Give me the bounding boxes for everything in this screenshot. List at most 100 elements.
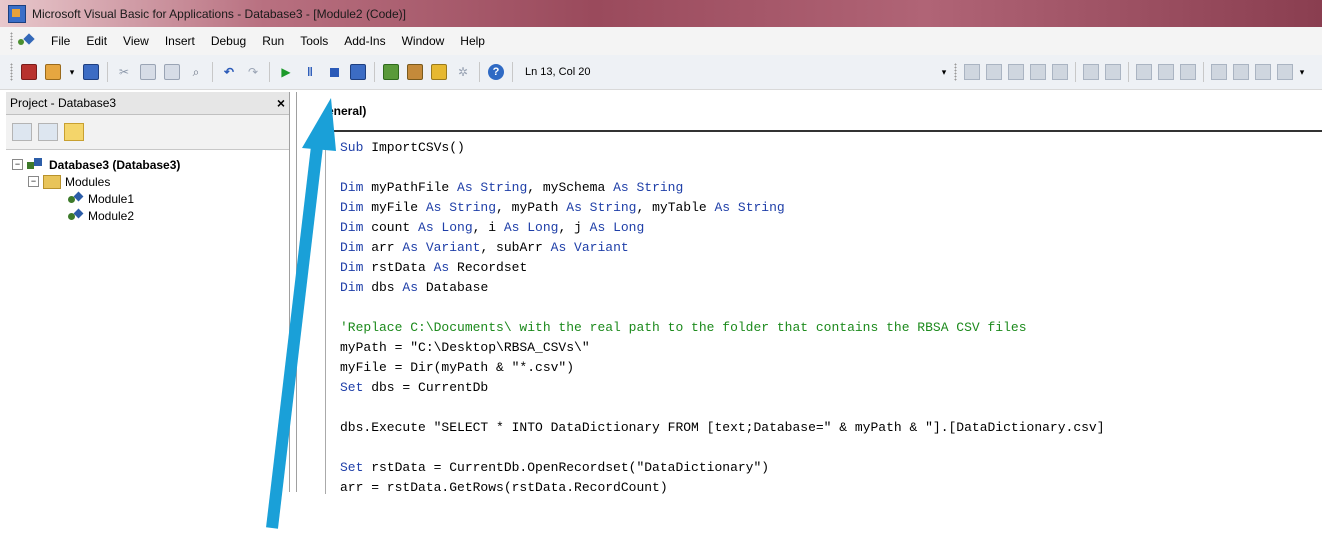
- toggle-folders-button[interactable]: [64, 123, 84, 141]
- toolbar-grip-handle[interactable]: [10, 63, 13, 81]
- edit-toolbar-overflow-icon[interactable]: ▾: [1298, 62, 1306, 82]
- code-keyword: As Long: [418, 220, 473, 235]
- outdent-icon[interactable]: [1105, 64, 1121, 80]
- code-line: dbs.Execute "SELECT * INTO DataDictionar…: [340, 418, 1105, 438]
- access-icon[interactable]: [19, 62, 39, 82]
- tree-item-modules-folder[interactable]: − Modules: [12, 173, 289, 190]
- run-icon[interactable]: ▶: [276, 62, 296, 82]
- list-constants-icon[interactable]: [986, 64, 1002, 80]
- toolbar-divider: [512, 62, 513, 82]
- tree-item-module2[interactable]: Module2: [12, 207, 289, 224]
- comment-block-icon[interactable]: [1158, 64, 1174, 80]
- previous-bookmark-icon[interactable]: [1255, 64, 1271, 80]
- design-mode-icon[interactable]: [348, 62, 368, 82]
- code-line: Dim rstData As Recordset: [340, 258, 1105, 278]
- next-bookmark-icon[interactable]: [1233, 64, 1249, 80]
- toolbar-divider: [1203, 62, 1204, 82]
- indent-icon[interactable]: [1083, 64, 1099, 80]
- view-object-button[interactable]: [38, 123, 58, 141]
- code-line: myPath = "C:\Desktop\RBSA_CSVs\": [340, 338, 1105, 358]
- code-line: Dim arr As Variant, subArr As Variant: [340, 238, 1105, 258]
- folder-icon: [43, 174, 61, 189]
- code-keyword: Dim: [340, 200, 364, 215]
- find-icon[interactable]: ⌕: [186, 62, 206, 82]
- tree-item-module1[interactable]: Module1: [12, 190, 289, 207]
- toolbox-icon[interactable]: ✲: [453, 62, 473, 82]
- code-text: , mySchema: [527, 180, 614, 195]
- menu-view[interactable]: View: [115, 34, 157, 48]
- reset-icon[interactable]: [324, 62, 344, 82]
- menu-window[interactable]: Window: [394, 34, 453, 48]
- code-keyword: Sub: [340, 140, 364, 155]
- view-code-button[interactable]: [12, 123, 32, 141]
- menu-help[interactable]: Help: [452, 34, 493, 48]
- copy-icon[interactable]: [138, 62, 158, 82]
- list-properties-icon[interactable]: [964, 64, 980, 80]
- collapse-icon[interactable]: −: [28, 176, 39, 187]
- menu-grip-handle[interactable]: [10, 32, 13, 50]
- code-text: Database: [418, 280, 489, 295]
- code-text: arr: [363, 240, 403, 255]
- close-icon[interactable]: ×: [277, 95, 285, 111]
- object-dropdown[interactable]: eneral): [325, 100, 1227, 122]
- toolbar-overflow-icon[interactable]: ▾: [940, 62, 948, 82]
- paste-icon[interactable]: [162, 62, 182, 82]
- menu-insert[interactable]: Insert: [157, 34, 203, 48]
- save-icon[interactable]: [81, 62, 101, 82]
- redo-icon[interactable]: ↷: [243, 62, 263, 82]
- code-keyword: As Long: [503, 220, 559, 235]
- vba-menu-icon[interactable]: [17, 33, 35, 49]
- code-line: Set dbs = CurrentDb: [340, 378, 1105, 398]
- insert-module-icon[interactable]: [43, 62, 63, 82]
- help-icon[interactable]: ?: [486, 62, 506, 82]
- parameter-info-icon[interactable]: [1030, 64, 1046, 80]
- module-icon: [68, 210, 84, 222]
- code-line: Dim myFile As String, myPath As String, …: [340, 198, 1105, 218]
- code-keyword: As String: [457, 180, 528, 195]
- undo-icon[interactable]: ↶: [219, 62, 239, 82]
- code-text: , subArr: [480, 240, 551, 255]
- tree-item-module2-label: Module2: [88, 208, 135, 223]
- toggle-breakpoint-icon[interactable]: [1136, 64, 1152, 80]
- toolbar-divider: [107, 62, 108, 82]
- menu-tools[interactable]: Tools: [292, 34, 336, 48]
- project-icon: [27, 157, 43, 172]
- code-keyword: Dim: [340, 240, 364, 255]
- code-keyword: Set: [340, 380, 364, 395]
- code-editor[interactable]: Sub ImportCSVs() Dim myPathFile As Strin…: [325, 130, 1322, 494]
- object-dropdown-value: eneral): [327, 104, 367, 118]
- code-line: myFile = Dir(myPath & "*.csv"): [340, 358, 1105, 378]
- properties-icon[interactable]: [405, 62, 425, 82]
- uncomment-block-icon[interactable]: [1180, 64, 1196, 80]
- standard-toolbar: ▾ ✂ ⌕ ↶ ↷ ▶ ‖ ✲ ? Ln 13, Col 20 ▾ ▾: [0, 55, 1322, 90]
- menu-debug[interactable]: Debug: [203, 34, 254, 48]
- code-text: dbs = CurrentDb: [363, 380, 489, 395]
- code-keyword: Dim: [340, 280, 364, 295]
- code-line: Set rstData = CurrentDb.OpenRecordset("D…: [340, 458, 1105, 478]
- code-line: Sub ImportCSVs(): [340, 138, 1105, 158]
- quick-info-icon[interactable]: [1008, 64, 1024, 80]
- complete-word-icon[interactable]: [1052, 64, 1068, 80]
- code-keyword: As String: [425, 200, 497, 215]
- toolbar-divider: [1075, 62, 1076, 82]
- cut-icon[interactable]: ✂: [114, 62, 134, 82]
- menu-file[interactable]: File: [43, 34, 78, 48]
- chevron-down-icon[interactable]: ▾: [67, 62, 77, 82]
- menu-add-ins[interactable]: Add-Ins: [336, 34, 393, 48]
- collapse-icon[interactable]: −: [12, 159, 23, 170]
- edit-toolbar-grip[interactable]: [954, 63, 957, 81]
- clear-bookmarks-icon[interactable]: [1277, 64, 1293, 80]
- project-explorer-icon[interactable]: [381, 62, 401, 82]
- menu-run[interactable]: Run: [254, 34, 292, 48]
- code-text: ImportCSVs(): [363, 140, 465, 155]
- code-lines: Sub ImportCSVs() Dim myPathFile As Strin…: [340, 138, 1105, 494]
- toggle-bookmark-icon[interactable]: [1211, 64, 1227, 80]
- menu-edit[interactable]: Edit: [78, 34, 115, 48]
- code-keyword: As String: [566, 200, 637, 215]
- code-keyword: As: [402, 280, 419, 295]
- object-browser-icon[interactable]: [429, 62, 449, 82]
- break-icon[interactable]: ‖: [300, 62, 320, 82]
- tree-item-project[interactable]: − Database3 (Database3): [12, 156, 289, 173]
